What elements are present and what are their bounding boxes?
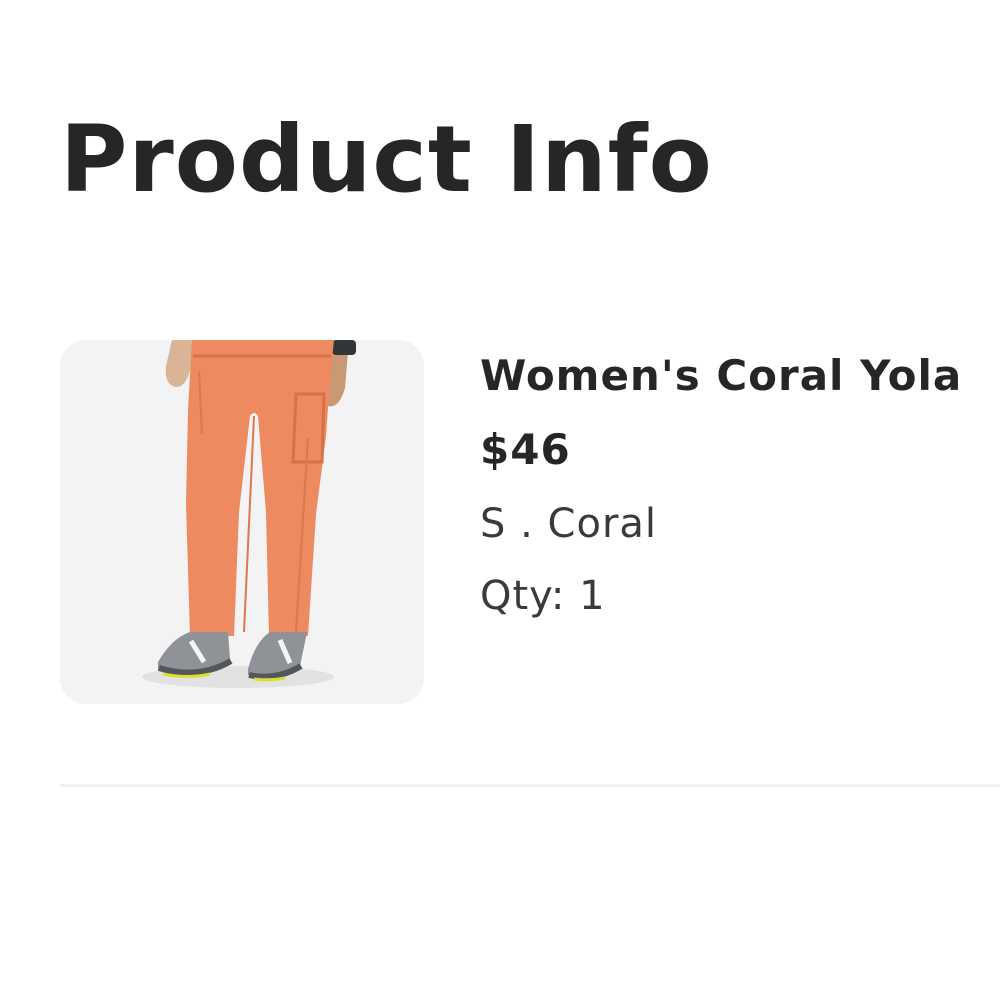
product-image[interactable] — [60, 340, 424, 704]
product-variant: S . Coral — [480, 501, 658, 547]
section-divider — [60, 784, 1000, 787]
product-name[interactable]: Women's Coral Yola — [480, 348, 962, 404]
product-price: $46 — [480, 425, 571, 474]
product-quantity: Qty: 1 — [480, 573, 606, 619]
page-title: Product Info — [60, 106, 713, 213]
product-card[interactable]: Women's Coral Yola $46 S . Coral Qty: 1 — [60, 340, 1000, 704]
